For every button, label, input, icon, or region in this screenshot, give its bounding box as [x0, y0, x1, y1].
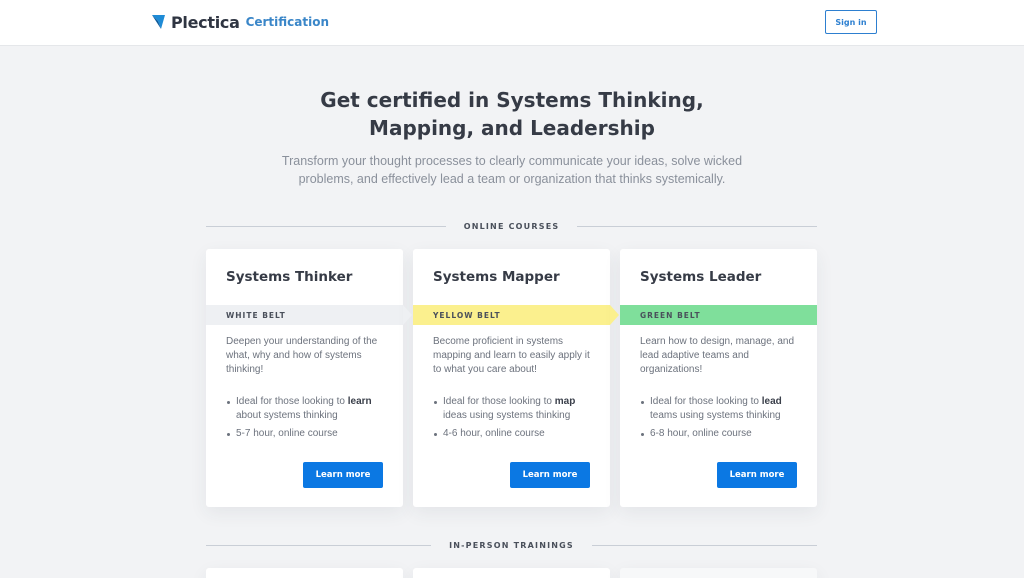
- course-description: Learn how to design, manage, and lead ad…: [640, 336, 794, 375]
- course-title: Systems Leader: [640, 269, 762, 285]
- section-label-online: ONLINE COURSES: [463, 221, 560, 231]
- course-title: Systems Thinker: [226, 269, 353, 285]
- course-title: Systems Mapper: [433, 269, 560, 285]
- list-item: 4-6 hour, online course: [433, 427, 598, 441]
- section-label-inperson: IN-PERSON TRAININGS: [449, 540, 574, 550]
- plectica-logo-icon: [152, 15, 165, 29]
- list-item: Ideal for those looking to map ideas usi…: [433, 395, 598, 423]
- course-card-systems-thinker: Systems Thinker WHITE BELT Deepen your u…: [206, 249, 403, 507]
- course-card-systems-mapper: Systems Mapper YELLOW BELT Become profic…: [413, 249, 610, 507]
- belt-badge-green: GREEN BELT: [620, 305, 817, 325]
- course-description: Deepen your understanding of the what, w…: [226, 336, 378, 375]
- belt-arrow: [610, 305, 619, 325]
- brand-logo[interactable]: Plectica Certification: [152, 11, 329, 33]
- in-person-trainings-divider: IN-PERSON TRAININGS: [206, 538, 817, 552]
- list-item: 6-8 hour, online course: [640, 427, 805, 441]
- belt-badge-white: WHITE BELT: [206, 305, 403, 325]
- hero-title: Get certified in Systems Thinking, Mappi…: [320, 88, 704, 140]
- list-item: 5-7 hour, online course: [226, 427, 391, 441]
- top-header: Plectica Certification Sign in: [0, 0, 1024, 46]
- training-card: [206, 568, 403, 578]
- divider-line: [577, 225, 818, 227]
- divider-line: [591, 544, 817, 546]
- course-card-systems-leader: Systems Leader GREEN BELT Learn how to d…: [620, 249, 817, 507]
- learn-more-button[interactable]: Learn more: [303, 462, 383, 488]
- online-courses-divider: ONLINE COURSES: [206, 219, 818, 233]
- course-features: Ideal for those looking to map ideas usi…: [433, 395, 598, 445]
- divider-line: [206, 544, 432, 546]
- course-features: Ideal for those looking to learn about s…: [226, 395, 391, 445]
- course-description: Become proficient in systems mapping and…: [433, 336, 590, 375]
- sign-in-button[interactable]: Sign in: [825, 10, 877, 34]
- belt-arrow: [403, 305, 412, 325]
- training-card: [620, 568, 817, 578]
- learn-more-button[interactable]: Learn more: [510, 462, 590, 488]
- brand-product: Certification: [245, 15, 330, 29]
- hero-subtitle: Transform your thought processes to clea…: [281, 154, 743, 186]
- belt-badge-yellow: YELLOW BELT: [413, 305, 610, 325]
- training-card: [413, 568, 610, 578]
- list-item: Ideal for those looking to learn about s…: [226, 395, 391, 423]
- brand-name: Plectica: [171, 12, 240, 32]
- divider-line: [206, 225, 446, 227]
- learn-more-button[interactable]: Learn more: [717, 462, 797, 488]
- list-item: Ideal for those looking to lead teams us…: [640, 395, 805, 423]
- course-features: Ideal for those looking to lead teams us…: [640, 395, 805, 445]
